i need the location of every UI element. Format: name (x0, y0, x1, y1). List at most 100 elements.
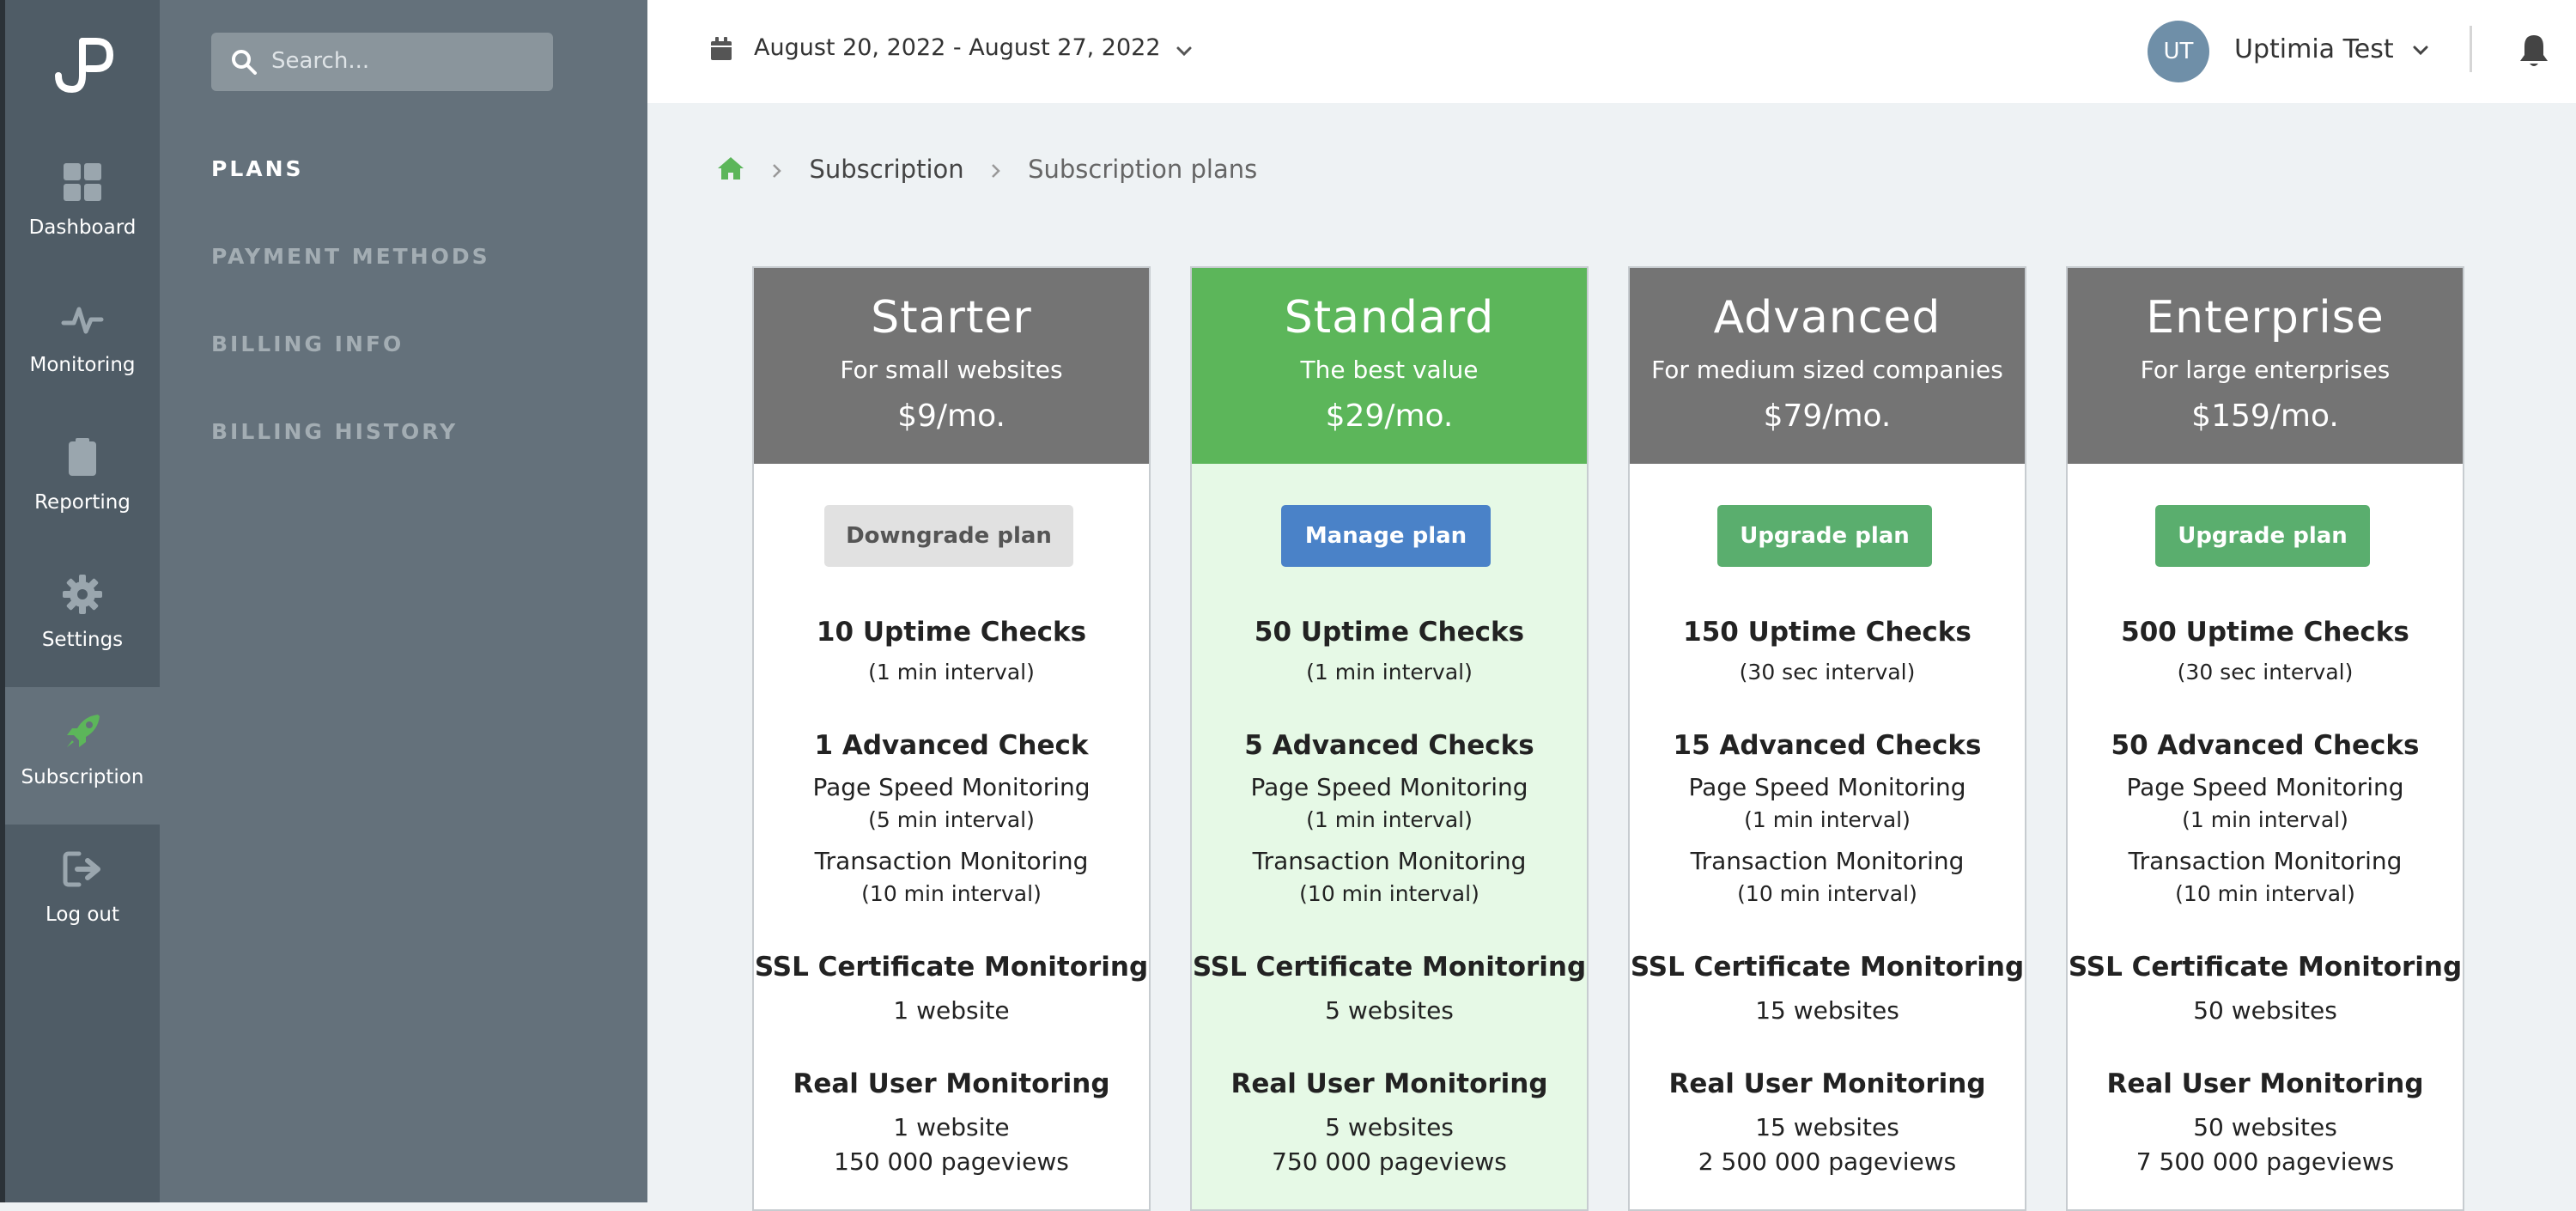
breadcrumb-subscription[interactable]: Subscription (809, 155, 963, 184)
advanced-checks: 1 Advanced Check (814, 730, 1089, 761)
ssl-count: 50 websites (2193, 996, 2337, 1025)
upgrade-plan-button[interactable]: Upgrade plan (2155, 505, 2370, 567)
upgrade-plan-button[interactable]: Upgrade plan (1717, 505, 1932, 567)
clipboard-icon (69, 438, 96, 476)
page-speed-label: Page Speed Monitoring (1250, 773, 1528, 801)
ssl-count: 5 websites (1325, 996, 1454, 1025)
pulse-icon (61, 307, 104, 334)
chevron-down-icon (2413, 46, 2428, 55)
manage-plan-button[interactable]: Manage plan (1281, 505, 1491, 567)
uptime-checks: 150 Uptime Checks (1683, 617, 1971, 648)
plan-price: $159/mo. (2191, 399, 2339, 434)
transaction-interval: (10 min interval) (2175, 881, 2355, 906)
advanced-checks: 5 Advanced Checks (1244, 730, 1534, 761)
subscription-subnav: Search... PLANS PAYMENT METHODS BILLING … (160, 0, 647, 1202)
plan-header: Standard The best value $29/mo. (1192, 268, 1587, 464)
sidebar-label: Subscription (21, 766, 144, 788)
sidebar-item-monitoring[interactable]: Monitoring (5, 275, 160, 412)
rum-sites: 5 websites (1325, 1113, 1454, 1141)
uptime-checks: 10 Uptime Checks (816, 617, 1087, 648)
breadcrumb: Subscription Subscription plans (716, 155, 1257, 189)
sidebar-item-subscription[interactable]: Subscription (5, 687, 160, 825)
ssl-label: SSL Certificate Monitoring (1192, 952, 1587, 983)
rum-label: Real User Monitoring (793, 1068, 1110, 1099)
subnav-item-payment-methods[interactable]: PAYMENT METHODS (211, 244, 490, 269)
logo-icon[interactable] (48, 34, 117, 94)
sidebar-label: Reporting (34, 491, 131, 514)
transaction-label: Transaction Monitoring (1690, 847, 1965, 875)
chevron-down-icon (1176, 46, 1192, 56)
rum-label: Real User Monitoring (1230, 1068, 1548, 1099)
rum-sites: 1 website (893, 1113, 1010, 1141)
transaction-label: Transaction Monitoring (1252, 847, 1527, 875)
rum-label: Real User Monitoring (1668, 1068, 1986, 1099)
uptime-interval: (1 min interval) (868, 660, 1035, 685)
plan-name: Starter (871, 292, 1032, 344)
rum-label: Real User Monitoring (2106, 1068, 2424, 1099)
uptime-interval: (30 sec interval) (2177, 660, 2354, 685)
plan-price: $29/mo. (1325, 399, 1454, 434)
date-range-picker[interactable]: August 20, 2022 - August 27, 2022 (754, 34, 1193, 61)
plan-header: Starter For small websites $9/mo. (754, 268, 1149, 464)
plan-price: $9/mo. (897, 399, 1005, 434)
sidebar-label: Monitoring (29, 354, 136, 376)
advanced-checks: 50 Advanced Checks (2111, 730, 2420, 761)
page-speed-interval: (5 min interval) (868, 807, 1035, 832)
uptime-interval: (1 min interval) (1306, 660, 1473, 685)
calendar-icon (711, 37, 732, 60)
ssl-count: 15 websites (1755, 996, 1899, 1025)
plan-header: Advanced For medium sized companies $79/… (1630, 268, 2025, 464)
plan-tagline: For medium sized companies (1651, 356, 2003, 384)
page-speed-interval: (1 min interval) (2182, 807, 2348, 832)
avatar[interactable]: UT (2148, 21, 2209, 82)
user-menu[interactable]: Uptimia Test (2234, 34, 2429, 64)
ssl-label: SSL Certificate Monitoring (2068, 952, 2463, 983)
page-speed-interval: (1 min interval) (1744, 807, 1911, 832)
ssl-label: SSL Certificate Monitoring (1630, 952, 2025, 983)
sidebar-item-logout[interactable]: Log out (5, 825, 160, 962)
top-bar: August 20, 2022 - August 27, 2022 UT Upt… (647, 0, 2576, 103)
search-input[interactable]: Search... (211, 33, 553, 91)
plan-tagline: For small websites (840, 356, 1063, 384)
plan-card-starter: Starter For small websites $9/mo. Downgr… (752, 266, 1151, 1211)
rum-sites: 50 websites (2193, 1113, 2337, 1141)
sidebar-item-dashboard[interactable]: Dashboard (5, 137, 160, 275)
subnav-item-billing-history[interactable]: BILLING HISTORY (211, 419, 458, 444)
bell-icon[interactable] (2518, 33, 2550, 69)
advanced-checks: 15 Advanced Checks (1673, 730, 1982, 761)
page-speed-interval: (1 min interval) (1306, 807, 1473, 832)
page-speed-label: Page Speed Monitoring (812, 773, 1091, 801)
main-sidebar: Dashboard Monitoring Reporting Settings (0, 0, 160, 1202)
divider (2470, 26, 2472, 72)
plan-price: $79/mo. (1763, 399, 1892, 434)
page-speed-label: Page Speed Monitoring (1688, 773, 1966, 801)
chevron-right-icon (773, 164, 781, 178)
page-speed-label: Page Speed Monitoring (2126, 773, 2404, 801)
rum-sites: 15 websites (1755, 1113, 1899, 1141)
sidebar-label: Dashboard (28, 216, 137, 239)
rum-pageviews: 2 500 000 pageviews (1698, 1147, 1957, 1176)
home-icon[interactable] (716, 155, 745, 181)
uptime-checks: 500 Uptime Checks (2121, 617, 2409, 648)
transaction-interval: (10 min interval) (861, 881, 1042, 906)
subnav-item-billing-info[interactable]: BILLING INFO (211, 332, 404, 356)
transaction-interval: (10 min interval) (1299, 881, 1479, 906)
sidebar-item-settings[interactable]: Settings (5, 550, 160, 687)
plan-card-enterprise: Enterprise For large enterprises $159/mo… (2066, 266, 2464, 1211)
plan-name: Advanced (1713, 292, 1941, 344)
sidebar-label: Log out (45, 904, 120, 926)
transaction-interval: (10 min interval) (1737, 881, 1917, 906)
uptime-interval: (30 sec interval) (1739, 660, 1916, 685)
logout-icon (63, 851, 100, 887)
downgrade-plan-button[interactable]: Downgrade plan (824, 505, 1073, 567)
sidebar-item-reporting[interactable]: Reporting (5, 412, 160, 550)
ssl-count: 1 website (893, 996, 1010, 1025)
plan-card-advanced: Advanced For medium sized companies $79/… (1628, 266, 2026, 1211)
ssl-label: SSL Certificate Monitoring (754, 952, 1149, 983)
plan-name: Enterprise (2146, 292, 2385, 344)
plan-tagline: For large enterprises (2140, 356, 2391, 384)
subnav-item-plans[interactable]: PLANS (211, 156, 304, 181)
gear-icon (63, 575, 102, 614)
breadcrumb-current: Subscription plans (1028, 155, 1258, 184)
transaction-label: Transaction Monitoring (814, 847, 1089, 875)
